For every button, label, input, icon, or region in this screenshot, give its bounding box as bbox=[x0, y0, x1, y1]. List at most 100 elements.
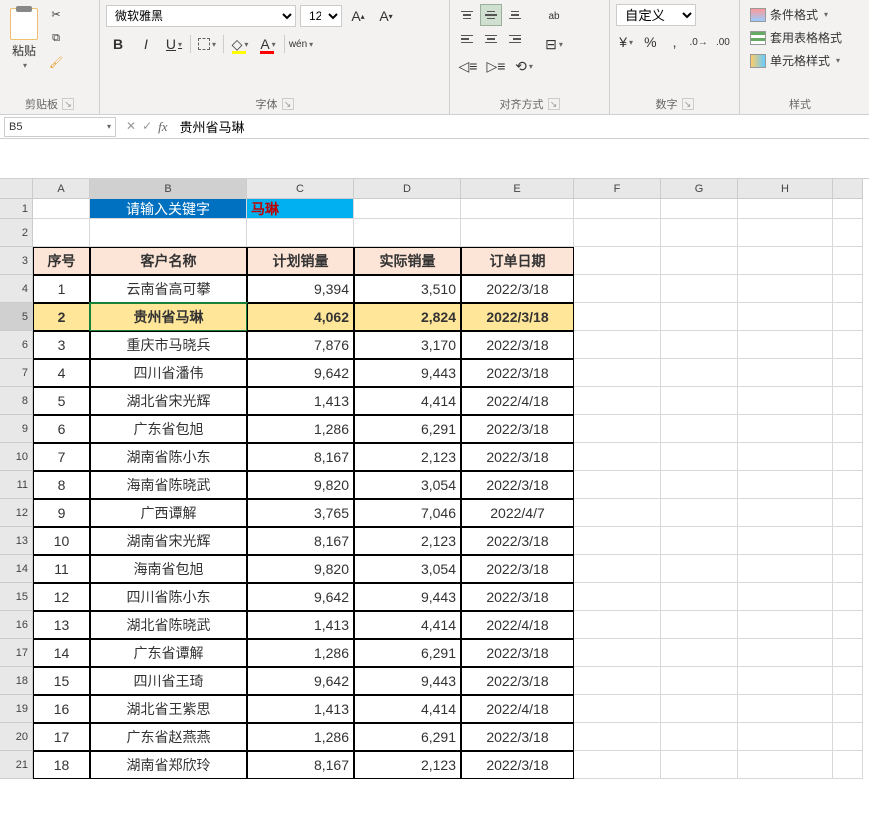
bold-button[interactable]: B bbox=[106, 32, 130, 56]
cell[interactable]: 6,291 bbox=[354, 723, 461, 751]
cell[interactable] bbox=[738, 303, 833, 331]
cell[interactable] bbox=[833, 331, 863, 359]
cell[interactable] bbox=[461, 219, 574, 247]
cell[interactable]: 8,167 bbox=[247, 751, 354, 779]
cell[interactable]: 9,642 bbox=[247, 583, 354, 611]
cell[interactable]: 3,765 bbox=[247, 499, 354, 527]
cell[interactable]: 2022/4/18 bbox=[461, 611, 574, 639]
cell[interactable] bbox=[833, 387, 863, 415]
cell[interactable] bbox=[661, 331, 738, 359]
cell[interactable] bbox=[574, 583, 661, 611]
cell[interactable] bbox=[574, 303, 661, 331]
wrap-text-button[interactable]: ab bbox=[542, 4, 566, 28]
cell[interactable]: 16 bbox=[33, 695, 90, 723]
dialog-launcher[interactable]: ↘ bbox=[682, 98, 694, 110]
accept-formula-button[interactable]: ✓ bbox=[142, 119, 152, 135]
cell[interactable]: 贵州省马琳 bbox=[90, 303, 247, 331]
cell[interactable] bbox=[574, 331, 661, 359]
cell[interactable] bbox=[574, 723, 661, 751]
select-all-corner[interactable] bbox=[0, 179, 33, 199]
conditional-format-button[interactable]: 条件格式▾ bbox=[746, 4, 854, 25]
merge-button[interactable]: ⊟▾ bbox=[542, 32, 566, 56]
column-header[interactable]: C bbox=[247, 179, 354, 199]
cell[interactable]: 6,291 bbox=[354, 639, 461, 667]
paste-button[interactable]: 粘贴 ▾ bbox=[6, 4, 42, 74]
cell[interactable] bbox=[661, 751, 738, 779]
column-header[interactable]: E bbox=[461, 179, 574, 199]
cell[interactable] bbox=[833, 247, 863, 275]
cell[interactable]: 8,167 bbox=[247, 443, 354, 471]
cell[interactable] bbox=[661, 667, 738, 695]
copy-button[interactable]: ⧉ bbox=[46, 28, 66, 48]
decrease-indent-button[interactable]: ◁≡ bbox=[456, 54, 480, 78]
cell[interactable] bbox=[661, 303, 738, 331]
column-header[interactable]: A bbox=[33, 179, 90, 199]
cell[interactable] bbox=[738, 443, 833, 471]
cell[interactable] bbox=[661, 723, 738, 751]
cell[interactable]: 2022/3/18 bbox=[461, 415, 574, 443]
cell[interactable] bbox=[833, 275, 863, 303]
cell[interactable] bbox=[574, 527, 661, 555]
cell[interactable] bbox=[738, 247, 833, 275]
row-header[interactable]: 1 bbox=[0, 199, 33, 219]
cell[interactable] bbox=[574, 499, 661, 527]
cell[interactable] bbox=[661, 443, 738, 471]
cell[interactable]: 5 bbox=[33, 387, 90, 415]
cell[interactable]: 实际销量 bbox=[354, 247, 461, 275]
cell[interactable]: 6 bbox=[33, 415, 90, 443]
cell[interactable] bbox=[738, 527, 833, 555]
cell[interactable] bbox=[833, 555, 863, 583]
cell[interactable] bbox=[738, 387, 833, 415]
font-family-select[interactable]: 微软雅黑 bbox=[106, 5, 296, 27]
column-header[interactable] bbox=[833, 179, 863, 199]
cell[interactable] bbox=[738, 199, 833, 219]
cell[interactable]: 1,413 bbox=[247, 387, 354, 415]
cell[interactable]: 2022/3/18 bbox=[461, 331, 574, 359]
cell[interactable]: 计划销量 bbox=[247, 247, 354, 275]
align-top-button[interactable] bbox=[456, 4, 478, 26]
cell[interactable] bbox=[574, 695, 661, 723]
cell[interactable] bbox=[738, 611, 833, 639]
cell[interactable] bbox=[574, 639, 661, 667]
cell[interactable] bbox=[574, 387, 661, 415]
cell[interactable] bbox=[833, 723, 863, 751]
cell[interactable]: 9,394 bbox=[247, 275, 354, 303]
cell[interactable] bbox=[574, 611, 661, 639]
cell[interactable]: 2022/4/7 bbox=[461, 499, 574, 527]
cell[interactable]: 客户名称 bbox=[90, 247, 247, 275]
cell[interactable]: 11 bbox=[33, 555, 90, 583]
dialog-launcher[interactable]: ↘ bbox=[548, 98, 560, 110]
cell[interactable]: 6,291 bbox=[354, 415, 461, 443]
cell[interactable]: 湖北省王紫思 bbox=[90, 695, 247, 723]
cell[interactable] bbox=[661, 499, 738, 527]
cell[interactable]: 马琳 bbox=[247, 199, 354, 219]
cell[interactable] bbox=[661, 471, 738, 499]
row-header[interactable]: 10 bbox=[0, 443, 33, 471]
cell[interactable]: 云南省高可攀 bbox=[90, 275, 247, 303]
cell[interactable]: 2,123 bbox=[354, 527, 461, 555]
cell[interactable] bbox=[574, 247, 661, 275]
orientation-button[interactable]: ⟲▾ bbox=[512, 54, 536, 78]
cell[interactable]: 湖南省陈小东 bbox=[90, 443, 247, 471]
cell[interactable] bbox=[833, 611, 863, 639]
formula-input[interactable] bbox=[174, 119, 869, 134]
cell[interactable]: 3,054 bbox=[354, 555, 461, 583]
cell[interactable] bbox=[574, 443, 661, 471]
cell[interactable]: 2 bbox=[33, 303, 90, 331]
cell[interactable] bbox=[833, 751, 863, 779]
decrease-font-button[interactable]: A▾ bbox=[374, 4, 398, 28]
cell[interactable] bbox=[574, 275, 661, 303]
row-header[interactable]: 11 bbox=[0, 471, 33, 499]
cell[interactable] bbox=[738, 275, 833, 303]
cell[interactable]: 1,413 bbox=[247, 611, 354, 639]
row-header[interactable]: 5 bbox=[0, 303, 33, 331]
cell[interactable] bbox=[661, 275, 738, 303]
cell[interactable] bbox=[833, 443, 863, 471]
cell-styles-button[interactable]: 单元格样式▾ bbox=[746, 50, 854, 71]
align-middle-button[interactable] bbox=[480, 4, 502, 26]
cell[interactable] bbox=[738, 359, 833, 387]
cell[interactable]: 海南省陈晓武 bbox=[90, 471, 247, 499]
border-button[interactable]: ▾ bbox=[195, 32, 219, 56]
cell[interactable]: 广东省包旭 bbox=[90, 415, 247, 443]
cell[interactable]: 9,642 bbox=[247, 667, 354, 695]
